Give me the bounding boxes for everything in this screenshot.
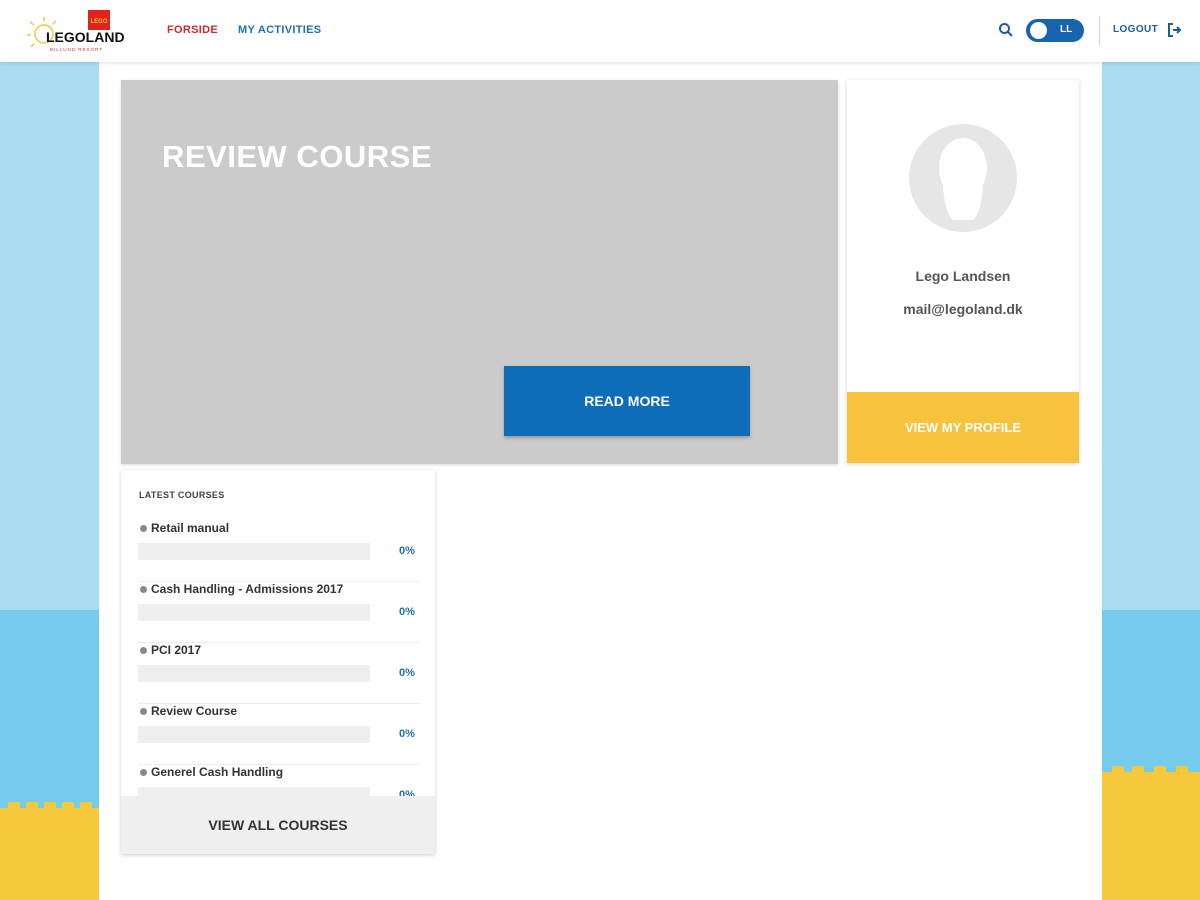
toggle-knob	[1030, 22, 1047, 39]
legoland-logo[interactable]: LEGO LEGOLAND BILLUND RESORT	[26, 8, 136, 56]
logout-link[interactable]: LOGOUT	[1113, 24, 1158, 35]
course-name[interactable]: Review Course	[151, 704, 237, 718]
search-icon[interactable]	[998, 22, 1014, 38]
top-header: LEGO LEGOLAND BILLUND RESORT FORSIDE MY …	[0, 0, 1200, 62]
latest-courses-panel: LATEST COURSES Retail manual 0% Cash Han…	[121, 470, 435, 854]
avatar-icon	[909, 124, 1017, 232]
latest-courses-heading: LATEST COURSES	[139, 490, 225, 500]
lego-bricks-right	[1102, 766, 1200, 900]
view-my-profile-button[interactable]: VIEW MY PROFILE	[847, 392, 1079, 463]
profile-name: Lego Landsen	[915, 268, 1011, 284]
progress-percent: 0%	[399, 728, 415, 740]
user-toggle[interactable]: LL	[1026, 19, 1084, 42]
progress-percent: 0%	[399, 606, 415, 618]
bullet-icon	[140, 647, 147, 654]
svg-text:LEGOLAND: LEGOLAND	[46, 29, 125, 45]
user-initials: LL	[1060, 24, 1073, 35]
view-all-courses-button[interactable]: VIEW ALL COURSES	[121, 796, 435, 854]
progress-bar	[138, 543, 370, 560]
course-name[interactable]: Cash Handling - Admissions 2017	[151, 582, 343, 596]
course-item[interactable]: Cash Handling - Admissions 2017 0%	[138, 582, 420, 643]
course-item[interactable]: PCI 2017 0%	[138, 643, 420, 704]
read-more-button[interactable]: READ MORE	[504, 366, 750, 436]
header-divider	[1099, 16, 1100, 46]
progress-percent: 0%	[399, 667, 415, 679]
svg-text:LEGO: LEGO	[90, 19, 107, 25]
course-name[interactable]: PCI 2017	[151, 643, 201, 657]
course-item[interactable]: Review Course 0%	[138, 704, 420, 765]
nav-forside[interactable]: FORSIDE	[167, 24, 218, 36]
bullet-icon	[140, 708, 147, 715]
profile-card: Lego Landsen mail@legoland.dk VIEW MY PR…	[847, 80, 1079, 463]
bullet-icon	[140, 586, 147, 593]
course-item[interactable]: Retail manual 0%	[138, 521, 420, 582]
progress-percent: 0%	[399, 545, 415, 557]
hero-title: REVIEW COURSE	[162, 139, 433, 174]
profile-email: mail@legoland.dk	[903, 301, 1023, 317]
logout-icon[interactable]	[1167, 22, 1183, 38]
bullet-icon	[140, 769, 147, 776]
bullet-icon	[140, 525, 147, 532]
course-name[interactable]: Generel Cash Handling	[151, 765, 283, 779]
hero-banner: REVIEW COURSE READ MORE	[121, 80, 838, 464]
progress-bar	[138, 726, 370, 743]
nav-my-activities[interactable]: MY ACTIVITIES	[238, 24, 321, 36]
course-name[interactable]: Retail manual	[151, 521, 229, 535]
progress-bar	[138, 665, 370, 682]
progress-bar	[138, 604, 370, 621]
svg-text:BILLUND RESORT: BILLUND RESORT	[50, 47, 103, 52]
lego-bricks-left	[0, 802, 99, 900]
